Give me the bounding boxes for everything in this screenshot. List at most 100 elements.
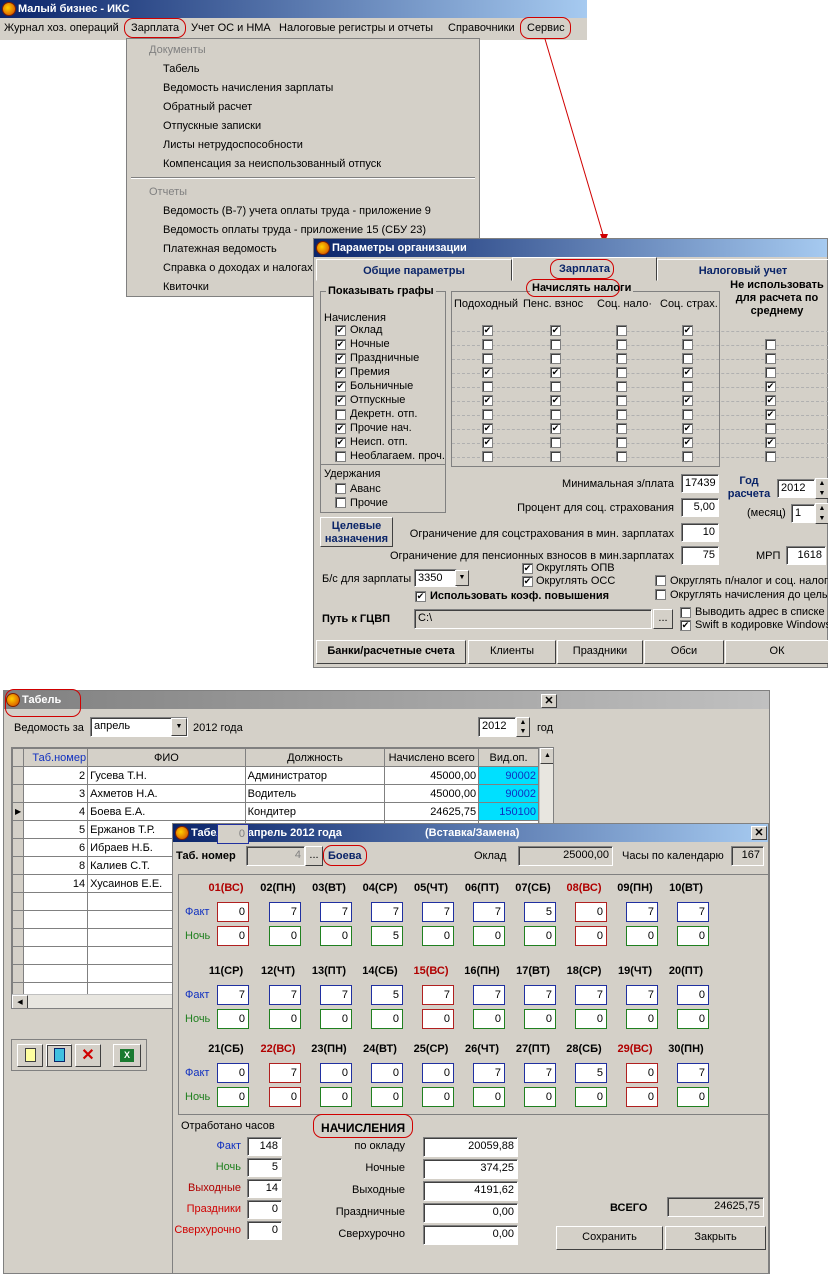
col-total[interactable]: Начислено всего (384, 748, 480, 767)
accrual-show-checkbox[interactable] (335, 367, 346, 378)
calc-year-spinner[interactable]: ▲ ▼ (815, 478, 828, 499)
day-fact-input[interactable]: 5 (575, 1063, 607, 1083)
day-fact-input[interactable]: 7 (626, 902, 658, 922)
day-fact-input[interactable]: 0 (217, 1063, 249, 1083)
col-position[interactable]: Должность (244, 748, 386, 767)
round-oss-checkbox[interactable] (522, 576, 533, 587)
save-button[interactable]: Сохранить (556, 1226, 663, 1250)
accrual-amount-value[interactable]: 20059,88 (423, 1137, 518, 1157)
tax-checkbox[interactable] (550, 423, 561, 434)
tax-checkbox[interactable] (616, 409, 627, 420)
day-night-input[interactable]: 0 (575, 1009, 607, 1029)
show-addr-checkbox[interactable] (680, 607, 691, 618)
day-fact-input[interactable]: 0 (677, 985, 709, 1005)
day-fact-input[interactable]: 0 (422, 1063, 454, 1083)
no-avg-checkbox[interactable] (765, 423, 776, 434)
tax-checkbox[interactable] (682, 353, 693, 364)
day-fact-input[interactable]: 0 (626, 1063, 658, 1083)
tax-checkbox[interactable] (482, 381, 493, 392)
year-spinner[interactable]: ▲ ▼ (516, 717, 530, 737)
tax-checkbox[interactable] (550, 395, 561, 406)
day-fact-input[interactable]: 7 (320, 902, 352, 922)
mrp-input[interactable]: 1618 (786, 546, 826, 565)
day-fact-input[interactable]: 0 (217, 902, 249, 922)
no-avg-checkbox[interactable] (765, 367, 776, 378)
tax-checkbox[interactable] (550, 409, 561, 420)
day-fact-input[interactable]: 7 (473, 1063, 505, 1083)
day-fact-input[interactable]: 7 (626, 985, 658, 1005)
worked-value[interactable]: 5 (247, 1158, 282, 1177)
tax-checkbox[interactable] (550, 451, 561, 462)
day-fact-input[interactable]: 7 (422, 985, 454, 1005)
table-row[interactable]: ▶ 4 Боева Е.А. Кондитер 24625,75 150100 (12, 802, 539, 821)
close-button[interactable]: Закрыть (665, 1226, 766, 1250)
target-purposes-button[interactable]: Целевые назначения (320, 517, 393, 547)
day-night-input[interactable]: 0 (269, 926, 301, 946)
day-fact-input[interactable]: 7 (473, 902, 505, 922)
min-salary-input[interactable]: 17439 (681, 474, 719, 493)
accrual-show-checkbox[interactable] (335, 437, 346, 448)
tab-general[interactable]: Общие параметры (316, 259, 512, 281)
day-night-input[interactable]: 0 (524, 926, 556, 946)
day-night-input[interactable]: 0 (677, 1087, 709, 1107)
day-fact-input[interactable]: 7 (677, 1063, 709, 1083)
tax-checkbox[interactable] (682, 409, 693, 420)
day-fact-input[interactable]: 0 (371, 1063, 403, 1083)
accrual-amount-value[interactable]: 0,00 (423, 1203, 518, 1223)
day-fact-input[interactable]: 7 (269, 1063, 301, 1083)
detail-close-button[interactable]: ✕ (751, 826, 767, 840)
col-tabnum[interactable]: Таб.номер (23, 748, 89, 767)
tab-tax-accounting[interactable]: Налоговый учет (657, 259, 828, 281)
round-opv-checkbox[interactable] (522, 563, 533, 574)
new-doc-button[interactable] (17, 1044, 43, 1067)
day-fact-input[interactable]: 5 (524, 902, 556, 922)
tax-checkbox[interactable] (482, 395, 493, 406)
no-avg-checkbox[interactable] (765, 409, 776, 420)
tax-checkbox[interactable] (682, 381, 693, 392)
obsi-button[interactable]: Обси (644, 640, 724, 664)
day-night-input[interactable]: 0 (677, 926, 709, 946)
day-night-input[interactable]: 0 (320, 1087, 352, 1107)
day-night-input[interactable]: 0 (524, 1087, 556, 1107)
tax-checkbox[interactable] (682, 437, 693, 448)
tabnum-input[interactable]: 4 (246, 846, 305, 866)
tax-checkbox[interactable] (482, 437, 493, 448)
tax-checkbox[interactable] (616, 353, 627, 364)
tax-checkbox[interactable] (616, 325, 627, 336)
bs-select[interactable]: 3350 (414, 569, 457, 587)
col-optype[interactable]: Вид.оп. (478, 748, 539, 767)
day-fact-input[interactable]: 7 (524, 985, 556, 1005)
year-input[interactable]: 2012 (478, 717, 516, 737)
day-night-input[interactable]: 0 (473, 1009, 505, 1029)
path-input[interactable]: C:\ (414, 609, 652, 629)
no-avg-checkbox[interactable] (765, 339, 776, 350)
tax-checkbox[interactable] (482, 451, 493, 462)
calc-month-spinner[interactable]: ▲ ▼ (815, 503, 828, 524)
no-avg-checkbox[interactable] (765, 395, 776, 406)
swift-checkbox[interactable] (680, 620, 691, 631)
tax-checkbox[interactable] (616, 423, 627, 434)
banks-button[interactable]: Банки/расчетные счета (316, 640, 466, 664)
calc-year-input[interactable]: 2012 (777, 479, 815, 498)
no-avg-checkbox[interactable] (765, 437, 776, 448)
day-fact-input[interactable]: 7 (320, 985, 352, 1005)
tax-checkbox[interactable] (682, 451, 693, 462)
table-row[interactable]: 2 Гусева Т.Н. Администратор 45000,00 90002 (12, 766, 539, 785)
day-night-input[interactable]: 0 (217, 1087, 249, 1107)
use-coef-checkbox[interactable] (415, 591, 426, 602)
ok-button[interactable]: ОК (725, 640, 828, 664)
day-fact-input[interactable]: 0 (575, 902, 607, 922)
accrual-show-checkbox[interactable] (335, 339, 346, 350)
tax-checkbox[interactable] (616, 367, 627, 378)
col-fio[interactable]: ФИО (87, 748, 246, 767)
table-row[interactable]: 3 Ахметов Н.А. Водитель 45000,00 90002 (12, 784, 539, 803)
clients-button[interactable]: Клиенты (468, 640, 556, 664)
holidays-button[interactable]: Праздники (557, 640, 643, 664)
tax-checkbox[interactable] (482, 325, 493, 336)
month-dropdown-arrow[interactable]: ▼ (171, 718, 187, 736)
round-accruals-checkbox[interactable] (655, 589, 666, 600)
soc-limit-input[interactable]: 10 (681, 523, 719, 542)
accrual-show-checkbox[interactable] (335, 353, 346, 364)
day-night-input[interactable]: 0 (626, 1009, 658, 1029)
day-night-input[interactable]: 0 (320, 1009, 352, 1029)
